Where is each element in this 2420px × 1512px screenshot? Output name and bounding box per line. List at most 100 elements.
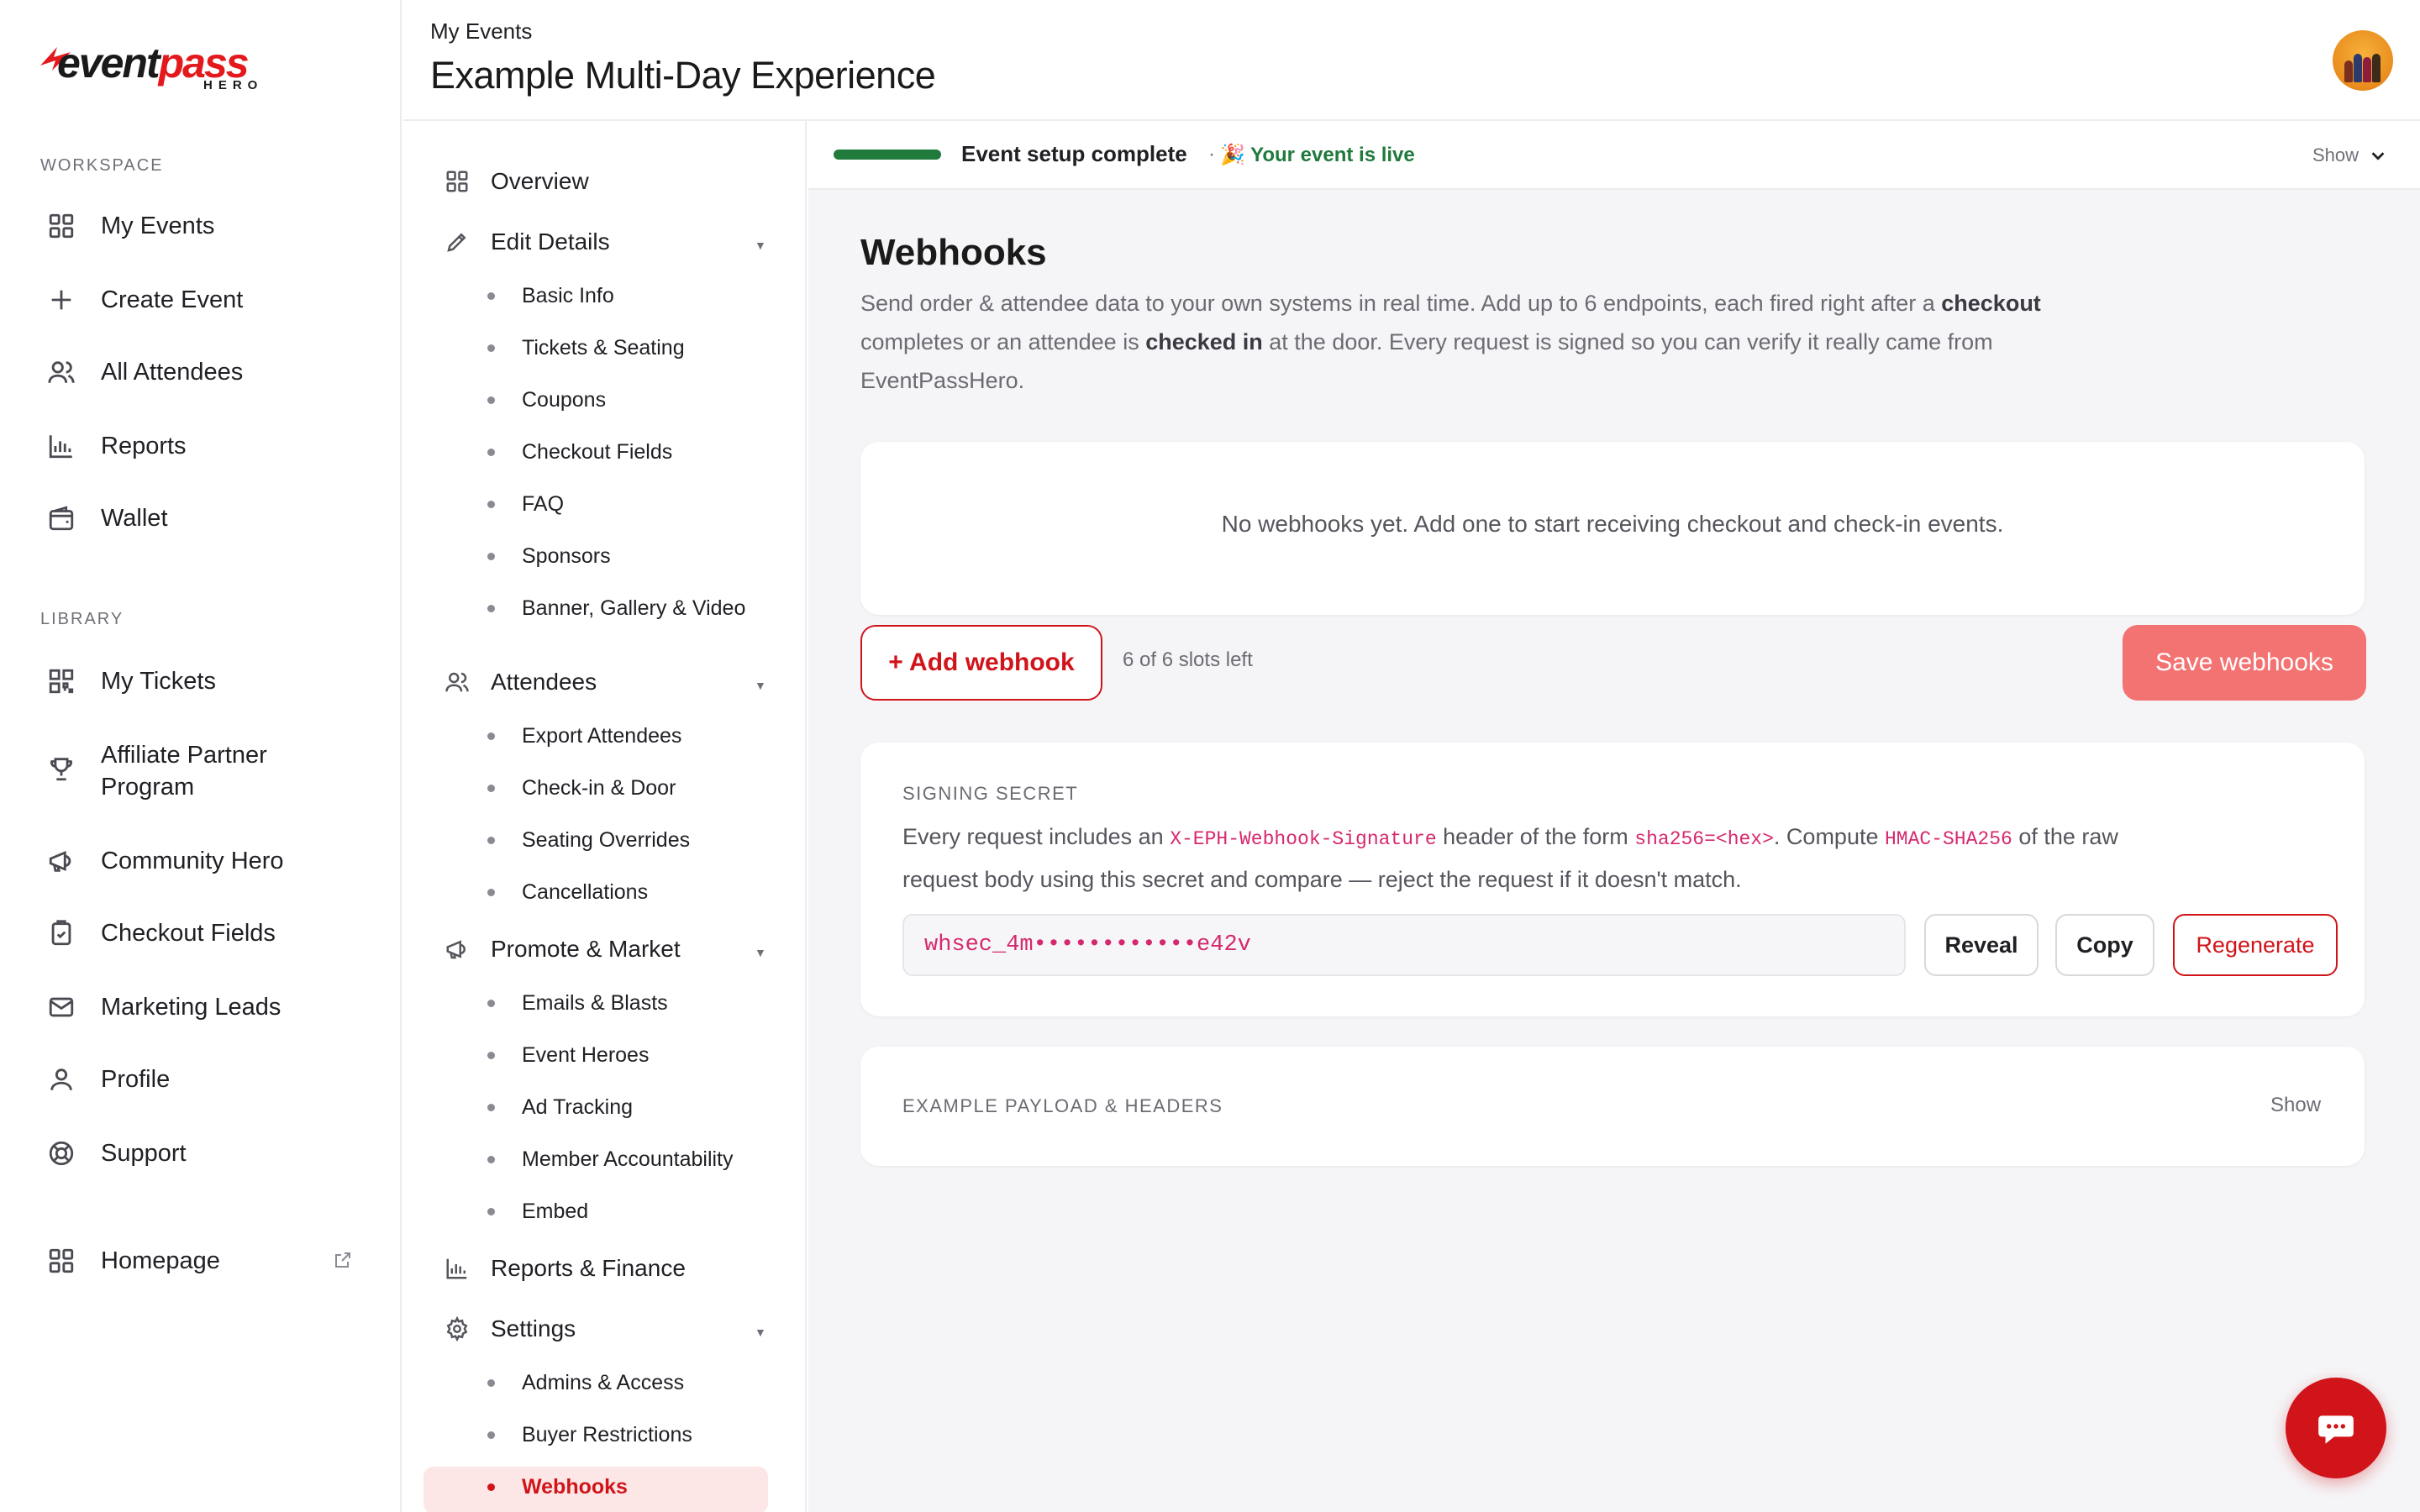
sidebar-item-label: Create Event xyxy=(101,286,244,313)
sidebar: eventpass HERO WORKSPACE My Events Creat… xyxy=(0,0,402,1512)
grid-icon xyxy=(47,212,76,240)
subnav-item-admins-access[interactable]: Admins & Access xyxy=(487,1371,684,1395)
subnav-item-event-heroes[interactable]: Event Heroes xyxy=(487,1043,649,1068)
page-title: Example Multi-Day Experience xyxy=(430,54,936,97)
subnav-item-check-in-door[interactable]: Check-in & Door xyxy=(487,776,676,801)
subnav-settings[interactable]: Settings xyxy=(444,1315,576,1342)
webhooks-empty-state: No webhooks yet. Add one to start receiv… xyxy=(860,442,2365,615)
subnav-item-cancellations[interactable]: Cancellations xyxy=(487,880,648,905)
bar-chart-icon xyxy=(47,432,76,460)
add-webhook-button[interactable]: + Add webhook xyxy=(860,625,1102,701)
subnav-item-emails-blasts[interactable]: Emails & Blasts xyxy=(487,991,668,1016)
sidebar-item-label: Profile xyxy=(101,1065,171,1093)
signing-secret-field[interactable]: whsec_4m••••••••••••e42v xyxy=(902,914,1906,976)
sidebar-item-my-events[interactable]: My Events xyxy=(47,212,214,240)
grid-icon xyxy=(444,168,471,195)
sidebar-item-profile[interactable]: Profile xyxy=(47,1065,170,1094)
subnav-item-sponsors[interactable]: Sponsors xyxy=(487,544,611,569)
sidebar-item-community-hero[interactable]: Community Hero xyxy=(47,847,284,875)
slots-remaining: 6 of 6 slots left xyxy=(1123,648,1253,671)
subnav-item-coupons[interactable]: Coupons xyxy=(487,388,606,412)
qr-code-icon xyxy=(47,667,76,696)
regenerate-secret-button[interactable]: Regenerate xyxy=(2173,914,2338,976)
subnav-reports-finance[interactable]: Reports & Finance xyxy=(444,1255,686,1282)
subnav-item-checkout-fields[interactable]: Checkout Fields xyxy=(487,440,672,465)
caret-down-icon[interactable]: ▼ xyxy=(755,679,766,692)
sidebar-item-label: Wallet xyxy=(101,504,168,532)
library-section-label: LIBRARY xyxy=(40,610,124,628)
subnav-item-basic-info[interactable]: Basic Info xyxy=(487,284,614,308)
bar-chart-icon xyxy=(444,1255,471,1282)
sidebar-item-label: Checkout Fields xyxy=(101,919,276,947)
subnav-item-banner-gallery-video[interactable]: Banner, Gallery & Video xyxy=(487,596,745,621)
eventpass-logo[interactable]: eventpass HERO xyxy=(39,39,266,94)
subnav-item-ad-tracking[interactable]: Ad Tracking xyxy=(487,1095,633,1120)
subnav-item-faq[interactable]: FAQ xyxy=(487,492,564,517)
page-header: My Events Example Multi-Day Experience xyxy=(403,0,2420,121)
example-payload-show-toggle[interactable]: Show xyxy=(2270,1094,2321,1117)
signing-secret-label: SIGNING SECRET xyxy=(902,783,1079,804)
subnav-item-tickets-seating[interactable]: Tickets & Seating xyxy=(487,336,685,360)
status-show-toggle[interactable]: Show xyxy=(2312,144,2387,166)
subnav-promote-market[interactable]: Promote & Market xyxy=(444,936,681,963)
sidebar-item-wallet[interactable]: Wallet xyxy=(47,504,168,533)
subnav-label: Attendees xyxy=(491,669,597,695)
subnav-attendees[interactable]: Attendees xyxy=(444,669,597,696)
sidebar-item-label: My Events xyxy=(101,212,215,239)
sidebar-item-label: Affiliate Partner Program xyxy=(101,742,267,801)
reveal-secret-button[interactable]: Reveal xyxy=(1924,914,2039,976)
status-show-label: Show xyxy=(2312,144,2360,165)
sidebar-item-my-tickets[interactable]: My Tickets xyxy=(47,667,216,696)
sidebar-item-label: Marketing Leads xyxy=(101,993,281,1021)
subnav-label: Edit Details xyxy=(491,228,610,255)
sidebar-item-checkout-fields[interactable]: Checkout Fields xyxy=(47,919,276,948)
save-webhooks-button[interactable]: Save webhooks xyxy=(2123,625,2366,701)
trophy-icon xyxy=(47,754,76,783)
sidebar-item-create-event[interactable]: Create Event xyxy=(47,286,243,314)
lifebuoy-icon xyxy=(47,1139,76,1168)
wallet-icon xyxy=(47,504,76,533)
grid-icon xyxy=(47,1247,76,1275)
webhooks-description: Send order & attendee data to your own s… xyxy=(860,291,2041,393)
event-live-text: 🎉 Your event is live xyxy=(1220,144,1415,166)
avatar[interactable] xyxy=(2333,30,2393,91)
sidebar-item-label: All Attendees xyxy=(101,358,244,386)
sidebar-item-support[interactable]: Support xyxy=(47,1139,187,1168)
chat-button[interactable] xyxy=(2286,1378,2386,1478)
sidebar-item-label: Support xyxy=(101,1139,187,1167)
external-link-icon[interactable] xyxy=(333,1250,353,1270)
chevron-down-icon xyxy=(2371,152,2385,160)
sidebar-item-marketing-leads[interactable]: Marketing Leads xyxy=(47,993,281,1021)
sidebar-item-homepage[interactable]: Homepage xyxy=(47,1247,220,1275)
subnav-overview[interactable]: Overview xyxy=(444,168,589,195)
clipboard-check-icon xyxy=(47,919,76,948)
logo-subtext: HERO xyxy=(203,78,264,92)
subnav-item-seating-overrides[interactable]: Seating Overrides xyxy=(487,828,690,853)
subnav-item-embed[interactable]: Embed xyxy=(487,1200,588,1224)
setup-status-text: Event setup complete xyxy=(961,141,1187,166)
chat-bubble-icon xyxy=(2318,1415,2354,1444)
caret-down-icon[interactable]: ▼ xyxy=(755,239,766,252)
subnav-item-buyer-restrictions[interactable]: Buyer Restrictions xyxy=(487,1423,692,1447)
sidebar-item-label: Homepage xyxy=(101,1247,220,1274)
plus-icon xyxy=(47,286,76,314)
main-content: Event setup complete · 🎉 Your event is l… xyxy=(808,123,2420,1512)
users-icon xyxy=(444,669,471,696)
sidebar-item-label: Reports xyxy=(101,432,187,459)
caret-down-icon[interactable]: ▼ xyxy=(755,946,766,959)
sidebar-item-affiliate-partner-program[interactable]: Affiliate Partner Program xyxy=(47,739,319,803)
gear-icon xyxy=(444,1315,471,1342)
subnav-item-webhooks[interactable]: Webhooks xyxy=(487,1475,628,1499)
caret-down-icon[interactable]: ▼ xyxy=(755,1326,766,1339)
copy-secret-button[interactable]: Copy xyxy=(2055,914,2154,976)
subnav-item-member-accountability[interactable]: Member Accountability xyxy=(487,1147,734,1172)
subnav-label: Reports & Finance xyxy=(491,1255,686,1281)
subnav-edit-details[interactable]: Edit Details xyxy=(444,228,610,255)
sidebar-item-reports[interactable]: Reports xyxy=(47,432,187,460)
empty-state-text: No webhooks yet. Add one to start receiv… xyxy=(1221,511,2004,537)
breadcrumb[interactable]: My Events xyxy=(430,18,532,45)
mail-icon xyxy=(47,993,76,1021)
subnav-item-export-attendees[interactable]: Export Attendees xyxy=(487,724,681,748)
sidebar-item-all-attendees[interactable]: All Attendees xyxy=(47,358,243,386)
workspace-section-label: WORKSPACE xyxy=(40,156,164,175)
